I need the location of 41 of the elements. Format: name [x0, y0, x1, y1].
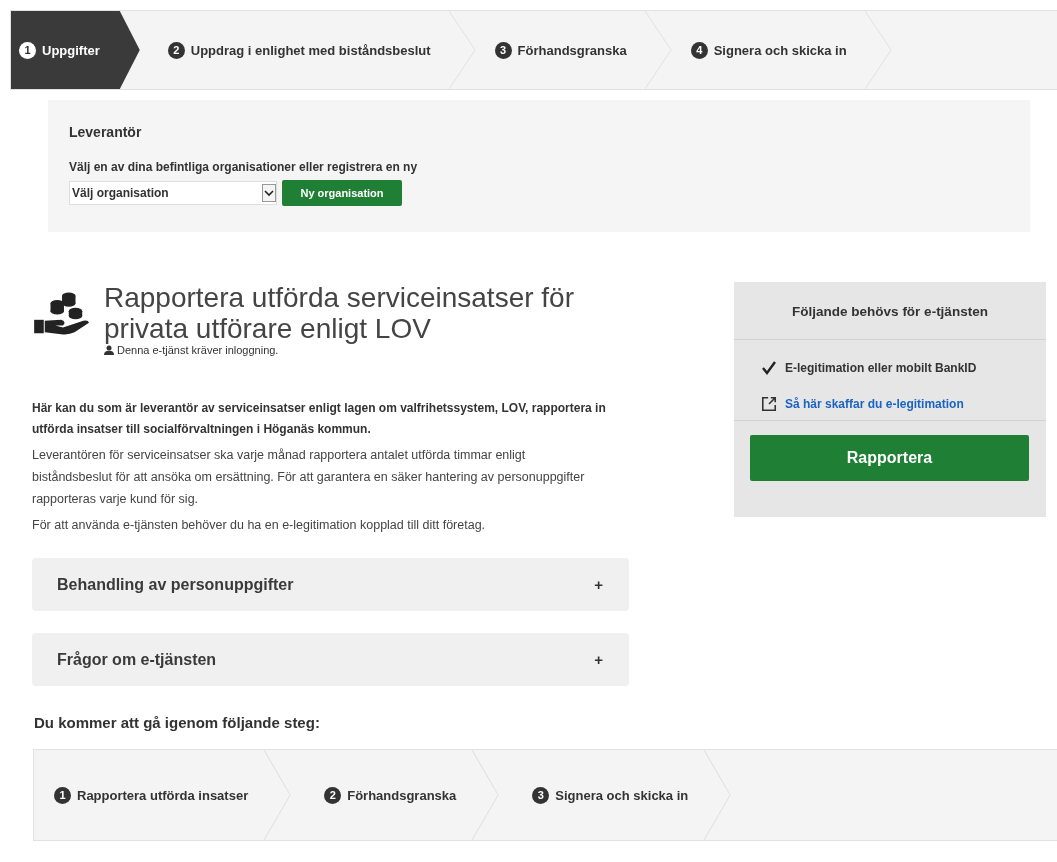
page-title: Rapportera utförda serviceinsatser för privata utförare enligt LOV — [104, 282, 575, 344]
organisation-select[interactable]: Välj organisation — [69, 181, 277, 205]
step-label: Förhandsgranska — [347, 787, 457, 803]
external-link-icon — [761, 396, 777, 412]
accordion-title: Behandling av personuppgifter — [57, 575, 294, 594]
step-number: 4 — [690, 41, 708, 59]
login-note: Denna e-tjänst kräver inloggning. — [117, 344, 279, 356]
requirement-text: E-legitimation eller mobilt BankID — [785, 361, 977, 375]
step-number: 2 — [324, 786, 342, 804]
progress-step[interactable]: 3 Förhandsgranska — [474, 11, 671, 89]
progress-step[interactable]: 4 Signera och skicka in — [670, 11, 891, 89]
step-number: 2 — [167, 41, 185, 59]
accordion-title: Frågor om e-tjänsten — [57, 650, 217, 669]
body-text: För att använda e-tjänsten behöver du ha en e-legitimation kopplad till ditt företag. — [32, 517, 487, 534]
accordion-header[interactable]: Frågor om e-tjänsten + — [32, 633, 629, 686]
step-label: Rapportera utförda insatser — [77, 787, 249, 803]
report-button[interactable]: Rapportera — [750, 435, 1029, 481]
step-label: Signera och skicka in — [713, 42, 847, 58]
steps-heading: Du kommer att gå igenom följande steg: — [34, 714, 321, 731]
body-text: Leverantören för serviceinsatser ska varje månad rapportera antalet utförda timmar enligt biståndsbeslut för att ansöka om ersättning. För att garantera en säker hantering av personuppgifter rapporteras varje kund för sig. — [32, 447, 586, 508]
step-number: 3 — [532, 786, 550, 804]
step-label: Signera och skicka in — [555, 787, 689, 803]
step-label: Förhandsgranska — [517, 42, 627, 58]
step-number: 1 — [19, 41, 36, 59]
step-label: Uppgifter — [42, 42, 100, 58]
checkmark-icon — [761, 360, 777, 376]
new-organisation-button[interactable]: Ny organisation — [282, 180, 402, 206]
expand-toggle: + — [594, 651, 603, 668]
user-icon — [104, 345, 114, 355]
help-link[interactable]: Så här skaffar du e-legitimation — [785, 397, 964, 411]
progress-step[interactable]: 2 Uppdrag i enlighet med biståndsbeslut — [139, 11, 475, 89]
progress-step[interactable]: 1 Uppgifter — [11, 11, 140, 89]
step-number: 3 — [494, 41, 512, 59]
field-label: Välj en av dina befintliga organisationer eller registrera en ny — [69, 160, 419, 174]
accordion-header[interactable]: Behandling av personuppgifter + — [32, 558, 629, 611]
step-number: 1 — [54, 786, 71, 804]
step-label: Uppdrag i enlighet med biståndsbeslut — [190, 42, 431, 58]
panel-title: Följande behövs för e-tjänsten — [734, 282, 1046, 340]
panel-title: Leverantör — [69, 124, 143, 140]
intro-text: Här kan du som är leverantör av serviceinsatser enligt lagen om valfrihetssystem, LOV, rapportera in utförda insatser till socialförvaltningen i Höganäs kommun. — [32, 400, 607, 438]
expand-toggle: + — [594, 576, 603, 593]
